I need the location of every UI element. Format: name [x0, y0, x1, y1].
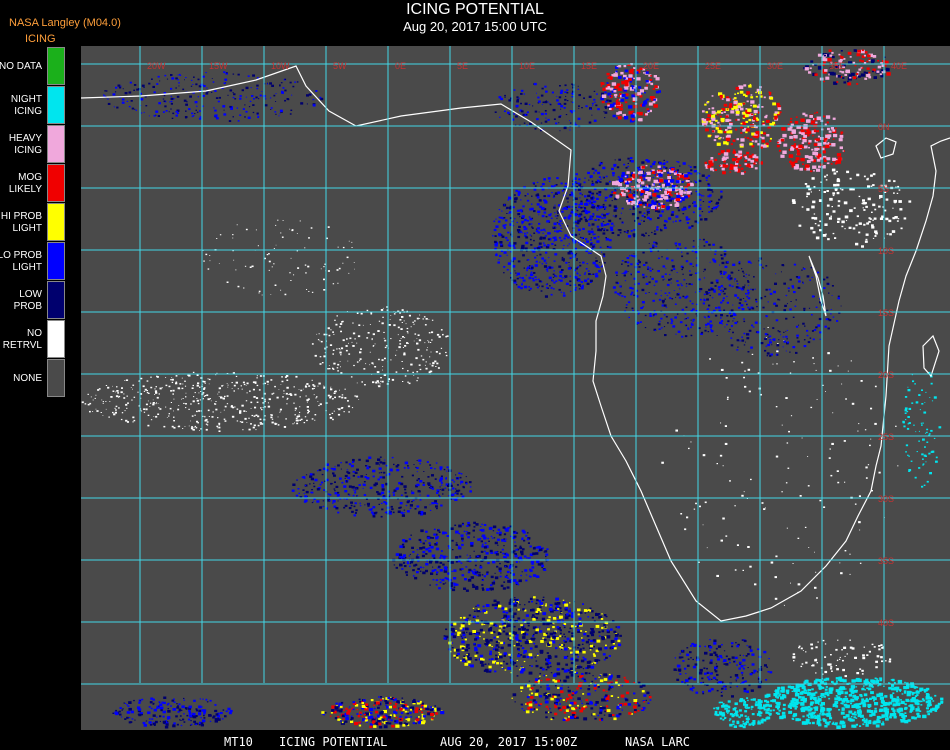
- legend-swatch: [47, 359, 65, 397]
- map-title: ICING POTENTIAL: [406, 1, 544, 18]
- legend-label: LO PROB LIGHT: [0, 249, 42, 273]
- legend-row-no-retrvl: NO RETRVL: [0, 320, 66, 359]
- longitude-label: 15W: [209, 61, 228, 71]
- legend-row-no-data: NO DATA: [0, 47, 66, 86]
- longitude-label: 30E: [767, 61, 783, 71]
- legend-swatch: [47, 86, 65, 124]
- product-label: ICING: [25, 33, 56, 45]
- footer-bar: MT10 ICING POTENTIAL AUG 20, 2017 15:00Z…: [0, 734, 950, 750]
- latitude-label: 0N: [878, 122, 890, 132]
- longitude-label: 20W: [147, 61, 166, 71]
- latitude-label: 40S: [878, 618, 894, 628]
- map-datetime: Aug 20, 2017 15:00 UTC: [403, 19, 547, 34]
- legend-swatch: [47, 242, 65, 280]
- longitude-label: 40E: [891, 61, 907, 71]
- legend-label: HEAVY ICING: [8, 132, 42, 156]
- legend-row-low-prob: LOW PROB: [0, 281, 66, 320]
- legend-row-night-icing: NIGHT ICING: [0, 86, 66, 125]
- latitude-label: 5S: [878, 184, 889, 194]
- legend-label: NO DATA: [0, 60, 42, 72]
- latitude-label: 30S: [878, 494, 894, 504]
- legend-row-heavy-icing: HEAVY ICING: [0, 125, 66, 164]
- color-legend: NO DATA NIGHT ICING HEAVY ICING MOG LIKELY …: [0, 47, 66, 401]
- legend-label: LOW PROB: [13, 288, 42, 312]
- icing-map: 20W15W10W5W0E5E10E15E20E25E30E35E40E45E0…: [81, 46, 950, 730]
- legend-label: NO RETRVL: [2, 327, 42, 351]
- longitude-label: 10E: [519, 61, 535, 71]
- longitude-label: 35E: [829, 61, 845, 71]
- legend-swatch: [47, 47, 65, 85]
- footer-product: ICING POTENTIAL: [279, 735, 388, 749]
- footer-satellite: MT10: [224, 735, 253, 749]
- legend-row-mog-likely: MOG LIKELY: [0, 164, 66, 203]
- legend-label: NONE: [13, 372, 42, 384]
- latitude-label: 35S: [878, 556, 894, 566]
- legend-label: MOG LIKELY: [8, 171, 42, 195]
- longitude-label: 5E: [457, 61, 468, 71]
- legend-row-lo-prob-light: LO PROB LIGHT: [0, 242, 66, 281]
- legend-swatch: [47, 320, 65, 358]
- footer-datetime: AUG 20, 2017 15:00Z: [440, 735, 578, 749]
- legend-swatch: [47, 164, 65, 202]
- legend-swatch: [47, 203, 65, 241]
- latitude-label: 25S: [878, 432, 894, 442]
- legend-swatch: [47, 125, 65, 163]
- longitude-label: 5W: [333, 61, 347, 71]
- legend-swatch: [47, 281, 65, 319]
- longitude-label: 20E: [643, 61, 659, 71]
- header: NASA Langley (M04.0) ICING ICING POTENTI…: [0, 0, 950, 48]
- latitude-label: 15S: [878, 308, 894, 318]
- latitude-label: 10S: [878, 246, 894, 256]
- legend-row-hi-prob-light: HI PROB LIGHT: [0, 203, 66, 242]
- longitude-label: 0E: [395, 61, 406, 71]
- longitude-label: 15E: [581, 61, 597, 71]
- legend-label: NIGHT ICING: [10, 93, 42, 117]
- map-canvas: 20W15W10W5W0E5E10E15E20E25E30E35E40E45E0…: [81, 46, 950, 730]
- latitude-label: 20S: [878, 370, 894, 380]
- footer-agency: NASA LARC: [625, 735, 691, 749]
- longitude-label: 10W: [271, 61, 290, 71]
- legend-row-none: NONE: [0, 359, 66, 398]
- legend-label: HI PROB LIGHT: [0, 210, 42, 234]
- longitude-label: 25E: [705, 61, 721, 71]
